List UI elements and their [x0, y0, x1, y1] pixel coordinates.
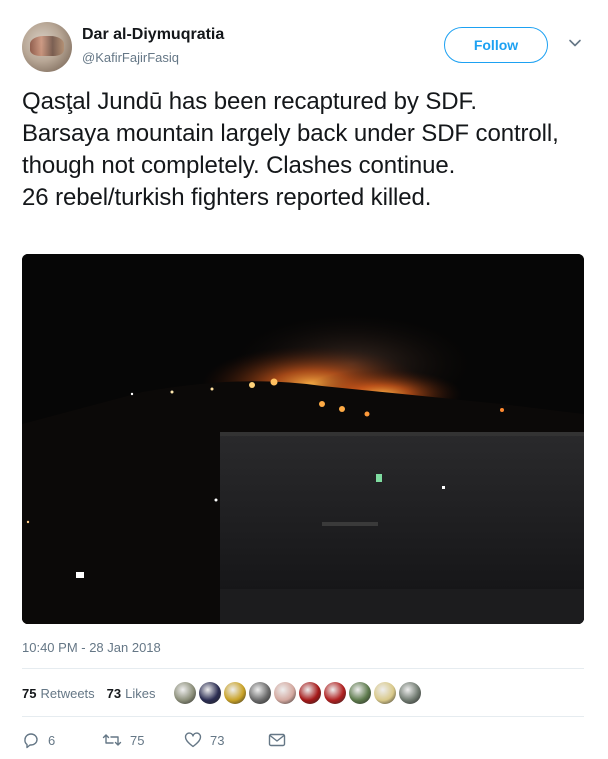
envelope-icon — [268, 733, 286, 747]
author-handle[interactable]: @KafirFajirFasiq — [82, 50, 179, 65]
direct-message-button[interactable] — [268, 732, 294, 748]
avatar[interactable] — [22, 22, 72, 72]
tweet-actions: 6 75 73 — [22, 728, 584, 752]
retweets-stat[interactable]: 75 Retweets — [22, 686, 95, 701]
liker-avatar[interactable] — [398, 682, 421, 704]
liker-avatars — [173, 682, 424, 704]
like-count: 73 — [210, 732, 225, 748]
chevron-down-icon[interactable] — [568, 36, 582, 50]
tweet-text: Qasţal Jundū has been recaptured by SDF.… — [22, 88, 559, 211]
follow-button[interactable]: Follow — [444, 27, 548, 63]
engagement-stats: 75 Retweets 73 Likes — [22, 677, 584, 709]
liker-avatar[interactable] — [173, 682, 196, 704]
divider — [22, 716, 584, 717]
liker-avatar[interactable] — [223, 682, 246, 704]
likes-label: Likes — [125, 685, 156, 701]
like-button[interactable]: 73 — [184, 731, 268, 749]
reply-count: 6 — [48, 732, 56, 748]
liker-avatar[interactable] — [348, 682, 371, 704]
retweets-label: Retweets — [40, 685, 95, 701]
liker-avatar[interactable] — [198, 682, 221, 704]
likes-count: 73 — [106, 685, 122, 701]
reply-icon — [24, 733, 38, 749]
author-name[interactable]: Dar al-Diymuqratia — [82, 26, 224, 44]
retweets-count: 75 — [22, 685, 37, 701]
likes-stat[interactable]: 73 Likes — [107, 686, 156, 701]
retweet-button[interactable]: 75 — [102, 731, 184, 749]
retweet-count: 75 — [130, 732, 145, 748]
tweet-timestamp[interactable]: 10:40 PM - 28 Jan 2018 — [22, 640, 161, 655]
liker-avatar[interactable] — [273, 682, 296, 704]
liker-avatar[interactable] — [323, 682, 346, 704]
tweet-photo[interactable] — [22, 254, 584, 624]
liker-avatar[interactable] — [248, 682, 271, 704]
liker-avatar[interactable] — [373, 682, 396, 704]
reply-button[interactable]: 6 — [22, 731, 102, 749]
tweet-header: Dar al-Diymuqratia @KafirFajirFasiq Foll… — [22, 20, 588, 72]
divider — [22, 668, 584, 669]
liker-avatar[interactable] — [298, 682, 321, 704]
retweet-icon — [102, 734, 122, 746]
heart-icon — [184, 732, 202, 748]
